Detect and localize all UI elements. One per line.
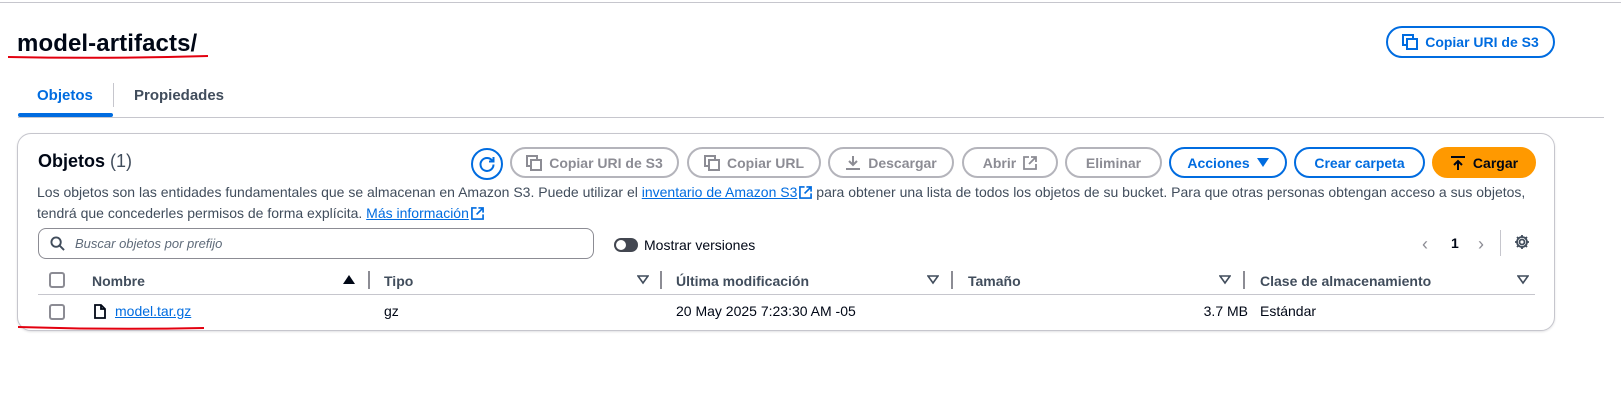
sort-ascending-icon[interactable]	[343, 275, 355, 285]
tab-divider	[113, 83, 114, 107]
actions-label: Acciones	[1187, 154, 1250, 171]
s3-inventory-link[interactable]: inventario de Amazon S3	[642, 184, 798, 200]
tabs-bar: Objetos Propiedades	[18, 80, 1604, 118]
upload-label: Cargar	[1472, 154, 1519, 171]
copy-url-button[interactable]: Copiar URL	[687, 147, 821, 178]
column-resizer[interactable]	[368, 271, 370, 289]
column-header-name[interactable]: Nombre	[92, 273, 145, 289]
sort-caret-down-icon[interactable]	[927, 275, 939, 285]
panel-title-text: Objetos	[38, 151, 106, 171]
column-header-last-modified[interactable]: Última modificación	[676, 273, 809, 289]
copy-s3-uri-label: Copiar URI de S3	[549, 154, 663, 171]
table-header: Nombre Tipo Última modificación Tamaño C…	[38, 267, 1535, 295]
external-link-icon	[470, 207, 484, 220]
search-placeholder: Buscar objetos por prefijo	[75, 236, 223, 251]
settings-gear-icon[interactable]	[1514, 234, 1530, 250]
refresh-icon	[479, 156, 495, 172]
delete-button[interactable]: Eliminar	[1065, 147, 1162, 178]
column-resizer[interactable]	[660, 271, 662, 289]
copy-s3-uri-header-button[interactable]: Copiar URI de S3	[1386, 26, 1555, 58]
red-annotation-underline	[18, 326, 204, 330]
description-text-1: Los objetos son las entidades fundamenta…	[37, 184, 642, 200]
top-divider	[0, 2, 1621, 3]
panel-title: Objetos (1)	[38, 151, 132, 172]
current-page-number[interactable]: 1	[1451, 235, 1459, 251]
open-button[interactable]: Abrir	[962, 147, 1058, 178]
active-tab-indicator	[18, 113, 113, 117]
tab-properties[interactable]: Propiedades	[134, 87, 224, 104]
external-link-icon	[799, 186, 813, 199]
table-row: model.tar.gz gz 20 May 2025 7:23:30 AM -…	[38, 296, 1535, 328]
delete-label: Eliminar	[1085, 154, 1142, 171]
copy-icon	[1402, 34, 1419, 50]
column-header-type[interactable]: Tipo	[384, 273, 413, 289]
row-select-checkbox[interactable]	[49, 304, 65, 320]
sort-caret-down-icon[interactable]	[637, 275, 649, 285]
object-size: 3.7 MB	[1203, 303, 1248, 319]
learn-more-link[interactable]: Más información	[366, 205, 469, 221]
pager-divider	[1500, 230, 1501, 256]
objects-description: Los objetos son las entidades fundamenta…	[37, 182, 1547, 224]
column-header-size[interactable]: Tamaño	[968, 273, 1021, 289]
next-page-icon[interactable]: ›	[1478, 234, 1484, 255]
copy-icon	[704, 154, 720, 171]
object-last-modified: 20 May 2025 7:23:30 AM -05	[676, 303, 856, 319]
previous-page-icon[interactable]: ‹	[1422, 234, 1428, 255]
object-storage-class: Estándar	[1260, 303, 1317, 319]
red-annotation-underline	[8, 55, 208, 59]
search-icon	[50, 236, 65, 251]
copy-icon	[526, 154, 543, 171]
copy-s3-uri-label: Copiar URI de S3	[1425, 34, 1539, 50]
object-type: gz	[384, 303, 399, 319]
select-all-checkbox[interactable]	[49, 272, 65, 288]
sort-caret-down-icon[interactable]	[1219, 275, 1231, 285]
upload-button[interactable]: Cargar	[1432, 147, 1536, 178]
sort-caret-down-icon[interactable]	[1517, 275, 1529, 285]
download-icon	[846, 155, 861, 170]
show-versions-label: Mostrar versiones	[644, 237, 756, 253]
copy-url-label: Copiar URL	[727, 154, 804, 171]
create-folder-button[interactable]: Crear carpeta	[1294, 147, 1425, 178]
page-title: model-artifacts/	[17, 30, 198, 57]
create-folder-label: Crear carpeta	[1314, 154, 1405, 171]
object-name-link[interactable]: model.tar.gz	[115, 303, 191, 319]
download-label: Descargar	[868, 154, 937, 171]
caret-down-icon	[1256, 157, 1269, 167]
column-resizer[interactable]	[1243, 271, 1245, 289]
open-label: Abrir	[982, 154, 1017, 171]
column-resizer[interactable]	[951, 271, 953, 289]
download-button[interactable]: Descargar	[828, 147, 954, 178]
object-count: (1)	[110, 151, 133, 171]
file-icon	[94, 304, 106, 319]
column-header-storage-class[interactable]: Clase de almacenamiento	[1260, 273, 1431, 289]
show-versions-toggle[interactable]	[614, 238, 638, 252]
external-link-icon	[1023, 155, 1038, 170]
upload-icon	[1450, 155, 1465, 170]
tab-objects[interactable]: Objetos	[37, 87, 93, 104]
actions-dropdown-button[interactable]: Acciones	[1169, 147, 1287, 178]
search-input[interactable]: Buscar objetos por prefijo	[38, 228, 594, 259]
objects-panel: Objetos (1) Copiar URI de S3 Copiar URL …	[17, 133, 1555, 331]
copy-s3-uri-button[interactable]: Copiar URI de S3	[510, 147, 679, 178]
refresh-button[interactable]	[471, 148, 503, 180]
